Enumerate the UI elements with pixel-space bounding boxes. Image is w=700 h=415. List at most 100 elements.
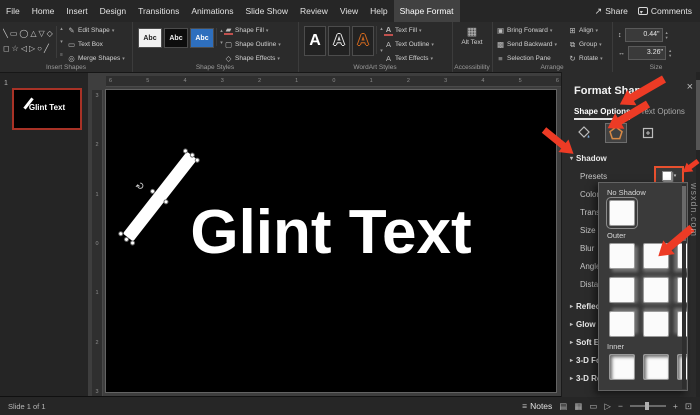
ruler-number: 0 bbox=[332, 78, 335, 84]
tab-review[interactable]: Review bbox=[294, 0, 334, 22]
preset-outer-offset[interactable] bbox=[643, 311, 669, 337]
height-spinner[interactable]: ▴ ▾ bbox=[666, 30, 668, 40]
glint-bar[interactable] bbox=[123, 152, 197, 242]
slide-1-thumbnail[interactable]: Glint Text bbox=[12, 88, 82, 130]
shape-height-input[interactable]: 0.44" bbox=[625, 28, 663, 42]
preset-inner-offset[interactable] bbox=[643, 354, 669, 380]
zoom-slider[interactable] bbox=[630, 405, 666, 407]
shape-width-input[interactable]: 3.26" bbox=[628, 46, 666, 60]
resize-handle[interactable] bbox=[129, 239, 136, 246]
more-down-icon: ▾ bbox=[380, 48, 383, 54]
glow-section-header[interactable]: ▸ Glow bbox=[570, 320, 596, 329]
width-spinner[interactable]: ▴ ▾ bbox=[669, 48, 671, 58]
zoom-out-icon[interactable]: − bbox=[618, 401, 623, 411]
shape-style-thumbnail[interactable]: Abc bbox=[190, 28, 214, 48]
slide-sorter-icon[interactable]: ▦ bbox=[574, 401, 582, 412]
tab-transitions[interactable]: Transitions bbox=[132, 0, 185, 22]
align-button[interactable]: ⊞ Align ▾ bbox=[568, 24, 603, 37]
slide-title-text[interactable]: Glint Text bbox=[190, 202, 471, 264]
shape-style-thumbnail[interactable]: Abc bbox=[138, 28, 162, 48]
send-backward-button[interactable]: ▩ Send Backward ▾ bbox=[496, 38, 557, 51]
close-icon[interactable]: × bbox=[687, 81, 693, 93]
notes-button[interactable]: ≡ Notes bbox=[522, 401, 552, 411]
resize-handle[interactable] bbox=[162, 198, 169, 205]
effects-icon[interactable] bbox=[606, 124, 626, 142]
preset-outer-offset[interactable] bbox=[609, 277, 635, 303]
zoom-slider-knob[interactable] bbox=[645, 402, 649, 410]
shadow-presets-dropdown: No Shadow Outer Inner bbox=[598, 182, 688, 391]
wordart-style-thumbnail[interactable]: A bbox=[304, 26, 326, 56]
tab-design[interactable]: Design bbox=[94, 0, 132, 22]
preset-no-shadow[interactable] bbox=[609, 200, 635, 226]
shape-gallery[interactable]: ╲▭◯△▽◇ ◻☆◁▷○╱ bbox=[3, 26, 55, 56]
tab-slide-show[interactable]: Slide Show bbox=[239, 0, 294, 22]
tab-text-options[interactable]: Text Options bbox=[640, 107, 684, 120]
tab-insert[interactable]: Insert bbox=[60, 0, 93, 22]
ruler-number: 3 bbox=[444, 78, 447, 84]
preset-outer-offset[interactable] bbox=[609, 311, 635, 337]
text-fill-button[interactable]: A Text Fill ▾ bbox=[384, 24, 434, 37]
shape-gallery-scrollbar[interactable]: ▴ ▾ ≡ bbox=[56, 26, 66, 58]
group-label-wordart-styles: WordArt Styles bbox=[298, 64, 452, 71]
horizontal-ruler: 6 5 4 3 2 1 0 1 2 3 4 5 6 bbox=[106, 76, 562, 87]
caret-down-icon: ▾ bbox=[122, 56, 125, 62]
glow-section-label: Glow bbox=[576, 320, 596, 329]
gallery-more-icon: ≡ bbox=[60, 52, 63, 58]
caret-down-icon: ▾ bbox=[674, 173, 677, 179]
wordart-style-thumbnail[interactable]: A bbox=[352, 26, 374, 56]
bring-forward-button[interactable]: ▣ Bring Forward ▾ bbox=[496, 24, 557, 37]
wordart-style-thumbnail[interactable]: A bbox=[328, 26, 350, 56]
ruler-number: 1 bbox=[295, 78, 298, 84]
shape-style-thumbnail[interactable]: Abc bbox=[164, 28, 188, 48]
group-button[interactable]: ⧉ Group ▾ bbox=[568, 38, 603, 51]
reading-view-icon[interactable]: ▭ bbox=[589, 401, 597, 412]
rotation-handle-icon[interactable]: ↻ bbox=[134, 180, 148, 193]
text-effects-icon: A bbox=[384, 54, 393, 63]
size-properties-icon[interactable] bbox=[638, 124, 658, 142]
tab-animations[interactable]: Animations bbox=[185, 0, 239, 22]
slideshow-icon[interactable]: ▷ bbox=[604, 401, 611, 412]
ruler-number: 6 bbox=[556, 78, 559, 84]
ruler-number: 2 bbox=[95, 142, 98, 148]
alt-text-label: Alt Text bbox=[461, 39, 482, 46]
resize-handle[interactable] bbox=[194, 157, 201, 164]
preset-outer-offset[interactable] bbox=[609, 243, 635, 269]
merge-shapes-label: Merge Shapes bbox=[78, 55, 120, 62]
shadow-preset-icon bbox=[662, 171, 672, 181]
panel-title: Format Shape bbox=[574, 85, 647, 97]
share-label: Share bbox=[605, 6, 628, 16]
dropdown-scrollbar[interactable] bbox=[682, 184, 686, 389]
zoom-in-icon[interactable]: + bbox=[673, 401, 678, 411]
slide[interactable]: Glint Text ↻ bbox=[106, 90, 556, 392]
tab-view[interactable]: View bbox=[334, 0, 364, 22]
preset-outer-offset[interactable] bbox=[643, 277, 669, 303]
shape-fill-button[interactable]: ▰ Shape Fill ▾ bbox=[224, 24, 281, 37]
tab-shape-format[interactable]: Shape Format bbox=[394, 0, 460, 22]
menubar-right: ↗ Share Comments bbox=[595, 6, 700, 17]
alt-text-button[interactable]: ▦ Alt Text bbox=[456, 25, 488, 65]
text-box-button[interactable]: ▭ Text Box bbox=[67, 38, 125, 51]
ruler-number: 5 bbox=[146, 78, 149, 84]
text-outline-button[interactable]: A Text Outline ▾ bbox=[384, 38, 434, 51]
edit-shape-button[interactable]: ✎ Edit Shape ▾ bbox=[67, 24, 125, 37]
fill-line-icon[interactable] bbox=[574, 124, 594, 142]
tab-shape-options[interactable]: Shape Options bbox=[574, 107, 630, 120]
shape-outline-button[interactable]: ▢ Shape Outline ▾ bbox=[224, 38, 281, 51]
shadow-section-header[interactable]: ▾ Shadow bbox=[570, 154, 607, 163]
alt-text-icon: ▦ bbox=[467, 25, 477, 38]
glint-shape[interactable]: ↻ bbox=[123, 152, 197, 242]
caret-down-icon: ▾ bbox=[277, 56, 280, 62]
tab-help[interactable]: Help bbox=[364, 0, 393, 22]
preset-outer-offset[interactable] bbox=[643, 243, 669, 269]
comments-button[interactable]: Comments bbox=[638, 6, 692, 16]
fit-to-window-icon[interactable]: ⊡ bbox=[685, 401, 692, 412]
preset-inner-offset[interactable] bbox=[609, 354, 635, 380]
paint-bucket-glyph bbox=[577, 126, 591, 140]
comments-label: Comments bbox=[651, 6, 692, 16]
tab-file[interactable]: File bbox=[0, 0, 26, 22]
tab-home[interactable]: Home bbox=[26, 0, 61, 22]
panel-icon-row bbox=[574, 124, 658, 142]
share-button[interactable]: ↗ Share bbox=[595, 6, 628, 17]
normal-view-icon[interactable]: ▤ bbox=[559, 401, 567, 412]
shape-outline-icon: ▢ bbox=[224, 40, 233, 49]
